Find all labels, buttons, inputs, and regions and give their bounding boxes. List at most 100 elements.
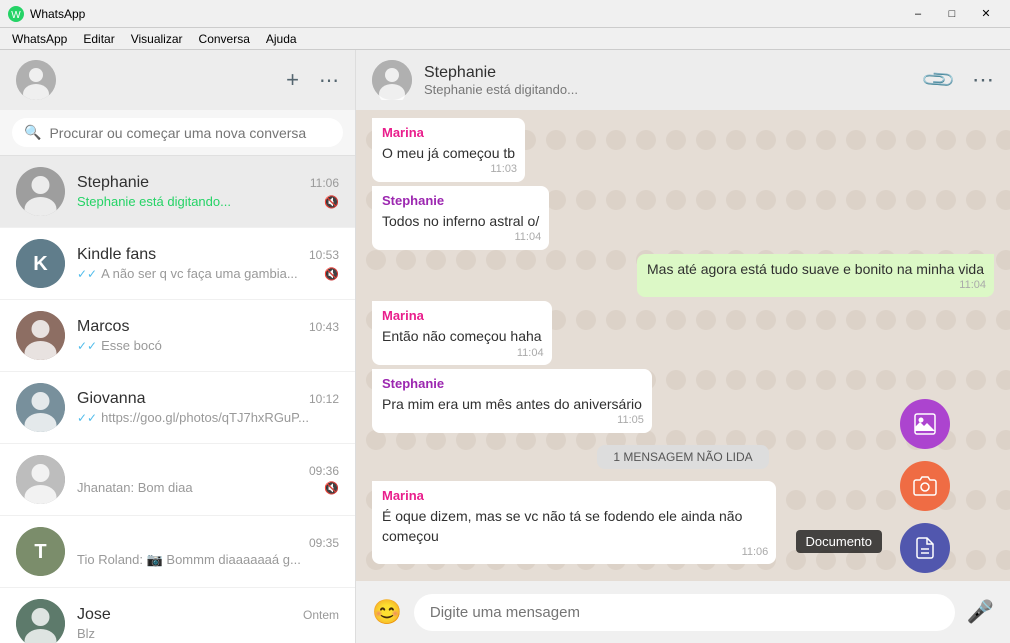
chat-item-tio-roland[interactable]: T 09:35 Tio Roland: 📷 Bommm diaaaaaaá g.… — [0, 516, 355, 588]
chat-header: Stephanie Stephanie está digitando... 📎 … — [356, 50, 1010, 110]
menu-editar[interactable]: Editar — [75, 30, 122, 48]
chat-input-area: 😊 🎤 — [356, 581, 1010, 643]
message-input[interactable] — [414, 594, 955, 631]
message-m5: Stephanie Pra mim era um mês antes do an… — [372, 369, 652, 433]
sidebar-header-actions: + ⋯ — [286, 67, 339, 93]
chat-preview-marcos: Esse bocó — [101, 338, 339, 353]
gallery-wrap — [900, 399, 950, 449]
search-bar: 🔍 — [0, 110, 355, 156]
sender-m1: Marina — [382, 124, 515, 142]
double-check-giovanna: ✓✓ — [77, 411, 97, 425]
chat-header-info[interactable]: Stephanie Stephanie está digitando... — [424, 64, 913, 97]
avatar-kindle: K — [16, 239, 65, 288]
app-title: WhatsApp — [30, 7, 902, 21]
chat-preview-jhanatan: Jhanatan: Bom diaa — [77, 480, 320, 495]
emoji-button[interactable]: 😊 — [372, 598, 402, 627]
chat-area: Stephanie Stephanie está digitando... 📎 … — [356, 50, 1010, 643]
chat-info-stephanie: Stephanie 11:06 Stephanie está digitando… — [77, 174, 339, 209]
app-icon: W — [8, 6, 24, 22]
svg-text:K: K — [33, 253, 48, 275]
chat-header-name: Stephanie — [424, 64, 913, 82]
double-check-kindle: ✓✓ — [77, 267, 97, 281]
time-m5: 11:05 — [617, 413, 644, 428]
camera-button[interactable] — [900, 461, 950, 511]
text-m4: Então não começou haha — [382, 327, 542, 347]
chat-name-jose: Jose — [77, 606, 111, 624]
chat-item-giovanna[interactable]: Giovanna 10:12 ✓✓ https://goo.gl/photos/… — [0, 372, 355, 444]
window-controls: – □ ✕ — [902, 4, 1002, 24]
time-m6: 11:06 — [742, 545, 769, 560]
sender-m2: Stephanie — [382, 192, 539, 210]
time-m2: 11:04 — [515, 230, 542, 245]
chat-name-marcos: Marcos — [77, 318, 129, 336]
attachment-popup: Documento — [900, 399, 950, 573]
time-m3: 11:04 — [959, 278, 986, 293]
avatar-jose — [16, 599, 65, 643]
microphone-button[interactable]: 🎤 — [967, 599, 994, 625]
message-m6: Marina É oque dizem, mas se vc não tá se… — [372, 481, 776, 564]
chat-time-stephanie: 11:06 — [310, 176, 339, 190]
chat-preview-stephanie: Stephanie está digitando... — [77, 194, 320, 209]
chat-header-status: Stephanie está digitando... — [424, 82, 913, 97]
chat-item-jhanatan[interactable]: 09:36 Jhanatan: Bom diaa 🔇 — [0, 444, 355, 516]
text-m2: Todos no inferno astral o/ — [382, 212, 539, 232]
time-m1: 11:03 — [490, 162, 517, 177]
chat-info-giovanna: Giovanna 10:12 ✓✓ https://goo.gl/photos/… — [77, 390, 339, 425]
document-button[interactable] — [900, 523, 950, 573]
avatar-giovanna — [16, 383, 65, 432]
sender-m6: Marina — [382, 487, 766, 505]
chat-name-giovanna: Giovanna — [77, 390, 146, 408]
search-input[interactable] — [49, 125, 331, 141]
chat-time-jhanatan: 09:36 — [309, 464, 339, 478]
close-button[interactable]: ✕ — [970, 4, 1002, 24]
sidebar-header: + ⋯ — [0, 50, 355, 110]
menu-visualizar[interactable]: Visualizar — [123, 30, 191, 48]
chat-item-kindle[interactable]: K Kindle fans 10:53 ✓✓ A não ser q vc fa… — [0, 228, 355, 300]
sidebar: + ⋯ 🔍 — [0, 50, 356, 643]
app-container: + ⋯ 🔍 — [0, 50, 1010, 643]
sender-m4: Marina — [382, 307, 542, 325]
text-m5: Pra mim era um mês antes do aniversário — [382, 395, 642, 415]
chat-time-tio-roland: 09:35 — [309, 536, 339, 550]
mute-icon-kindle: 🔇 — [324, 267, 339, 281]
menu-conversa[interactable]: Conversa — [191, 30, 258, 48]
chat-preview-kindle: A não ser q vc faça uma gambia... — [101, 266, 320, 281]
avatar-stephanie — [16, 167, 65, 216]
new-chat-icon[interactable]: + — [286, 67, 299, 93]
text-m1: O meu já começou tb — [382, 144, 515, 164]
chat-name-kindle: Kindle fans — [77, 246, 156, 264]
chat-preview-jose: Blz — [77, 626, 339, 641]
text-m6: É oque dizem, mas se vc não tá se fodend… — [382, 507, 766, 546]
chat-more-options-icon[interactable]: ⋯ — [972, 67, 994, 93]
chat-info-kindle: Kindle fans 10:53 ✓✓ A não ser q vc faça… — [77, 246, 339, 281]
user-avatar[interactable] — [16, 60, 56, 100]
document-wrap: Documento — [900, 523, 950, 573]
chat-preview-tio-roland: Tio Roland: 📷 Bommm diaaaaaaá g... — [77, 552, 339, 568]
gallery-button[interactable] — [900, 399, 950, 449]
minimize-button[interactable]: – — [902, 4, 934, 24]
chat-info-tio-roland: 09:35 Tio Roland: 📷 Bommm diaaaaaaá g... — [77, 536, 339, 568]
message-m4: Marina Então não começou haha 11:04 — [372, 301, 552, 365]
attach-icon[interactable]: 📎 — [919, 61, 957, 99]
chat-header-actions: 📎 ⋯ — [925, 67, 994, 93]
message-m3: Mas até agora está tudo suave e bonito n… — [637, 254, 994, 298]
chat-preview-giovanna: https://goo.gl/photos/qTJ7hxRGuP... — [101, 410, 339, 425]
camera-wrap — [900, 461, 950, 511]
chat-item-jose[interactable]: Jose Ontem Blz — [0, 588, 355, 643]
mute-icon-jhanatan: 🔇 — [324, 481, 339, 495]
chat-name-stephanie: Stephanie — [77, 174, 149, 192]
svg-text:W: W — [11, 10, 21, 21]
message-m1: Marina O meu já começou tb 11:03 — [372, 118, 525, 182]
avatar-tio-roland: T — [16, 527, 65, 576]
maximize-button[interactable]: □ — [936, 4, 968, 24]
chat-item-marcos[interactable]: Marcos 10:43 ✓✓ Esse bocó — [0, 300, 355, 372]
unread-badge: 1 MENSAGEM NÃO LIDA — [597, 445, 768, 469]
more-options-icon[interactable]: ⋯ — [319, 68, 339, 93]
menu-ajuda[interactable]: Ajuda — [258, 30, 305, 48]
chat-item-stephanie[interactable]: Stephanie 11:06 Stephanie está digitando… — [0, 156, 355, 228]
chat-time-kindle: 10:53 — [309, 248, 339, 262]
chat-list: Stephanie 11:06 Stephanie está digitando… — [0, 156, 355, 643]
chat-time-giovanna: 10:12 — [309, 392, 339, 406]
menu-whatsapp[interactable]: WhatsApp — [4, 30, 75, 48]
chat-header-avatar — [372, 60, 412, 100]
